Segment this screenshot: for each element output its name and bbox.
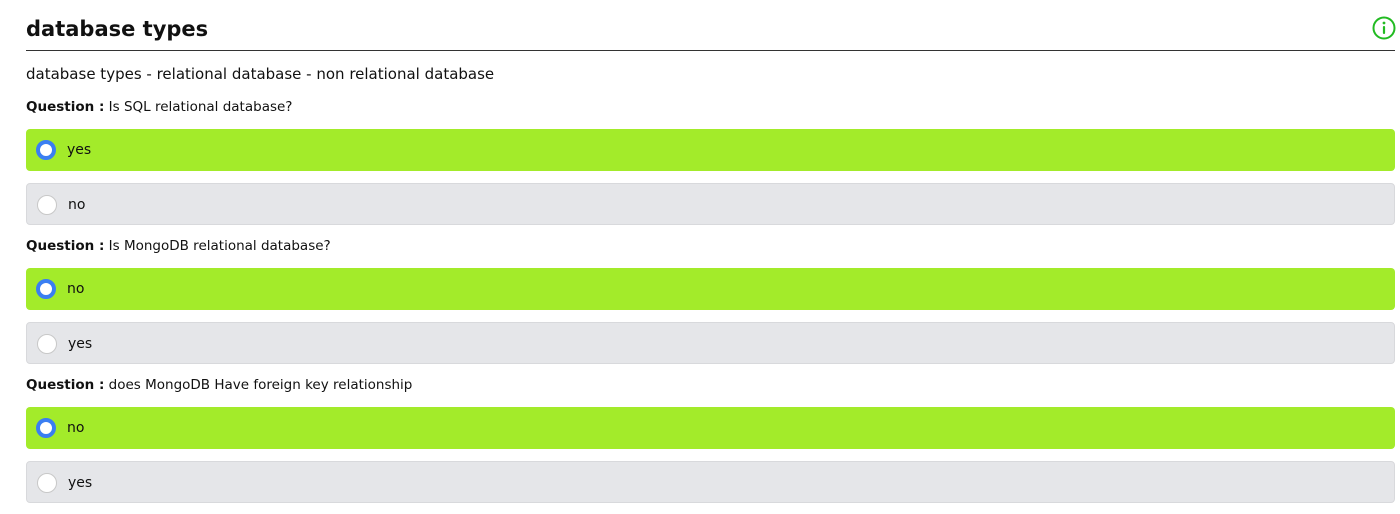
option-label: no	[67, 420, 85, 436]
question-3: Question : does MongoDB Have foreign key…	[26, 375, 412, 395]
info-icon[interactable]	[1372, 16, 1396, 40]
question-1: Question : Is SQL relational database?	[26, 97, 292, 117]
question-text: Is SQL relational database?	[108, 99, 293, 115]
option-label: yes	[67, 142, 92, 158]
question-2-option-yes[interactable]: yes	[26, 322, 1395, 364]
option-label: yes	[68, 475, 93, 491]
question-3-option-no[interactable]: no	[26, 407, 1395, 449]
question-text: does MongoDB Have foreign key relationsh…	[108, 377, 413, 393]
page-header: database types	[26, 0, 1396, 51]
question-2: Question : Is MongoDB relational databas…	[26, 236, 331, 256]
radio-button[interactable]	[37, 473, 57, 493]
radio-button-selected[interactable]	[36, 279, 56, 299]
question-2-option-no[interactable]: no	[26, 268, 1395, 310]
radio-button-selected[interactable]	[36, 418, 56, 438]
radio-button-selected[interactable]	[36, 140, 56, 160]
question-3-option-yes[interactable]: yes	[26, 461, 1395, 503]
question-prefix: Question :	[26, 377, 105, 393]
question-prefix: Question :	[26, 238, 105, 254]
option-label: no	[68, 197, 86, 213]
question-prefix: Question :	[26, 99, 105, 115]
option-label: no	[67, 281, 85, 297]
page-description: database types - relational database - n…	[26, 65, 495, 83]
radio-button[interactable]	[37, 334, 57, 354]
question-1-option-yes[interactable]: yes	[26, 129, 1395, 171]
radio-button[interactable]	[37, 195, 57, 215]
page-title: database types	[26, 17, 209, 41]
quiz-page: database types database types - relation…	[26, 0, 1396, 503]
option-label: yes	[68, 336, 93, 352]
question-1-option-no[interactable]: no	[26, 183, 1395, 225]
question-text: Is MongoDB relational database?	[108, 238, 331, 254]
